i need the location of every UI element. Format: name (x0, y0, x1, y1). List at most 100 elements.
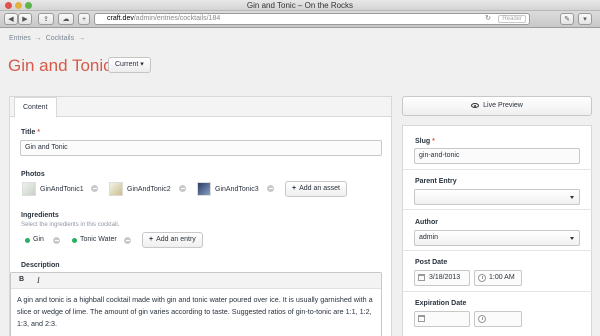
slug-input[interactable]: gin-and-tonic (414, 148, 580, 164)
add-asset-label: Add an asset (299, 185, 340, 192)
share-button[interactable]: ⇪ (38, 13, 54, 25)
status-enabled-icon (25, 237, 30, 243)
forward-button[interactable]: ▶ (18, 13, 32, 25)
plus-icon: + (292, 185, 297, 192)
asset-item[interactable]: GinAndTonic2 (109, 181, 171, 197)
forward-icon: ▶ (22, 16, 28, 23)
expiration-date-input[interactable] (414, 311, 470, 327)
asset-thumbnail (109, 182, 123, 196)
post-date-label: Post Date (415, 259, 448, 266)
author-label: Author (415, 219, 438, 226)
clock-icon (478, 315, 486, 323)
add-entry-button[interactable]: + Add an entry (142, 232, 203, 248)
plus-icon: + (149, 236, 154, 243)
remove-icon[interactable] (267, 185, 274, 192)
chevron-down-icon (570, 196, 574, 199)
url-path: /admin/entries/cocktails/184 (133, 15, 221, 22)
live-preview-label: Live Preview (483, 102, 523, 109)
parent-entry-select[interactable] (414, 189, 580, 205)
divider (402, 291, 592, 292)
title-input[interactable]: Gin and Tonic (20, 140, 382, 156)
photos-label: Photos (21, 171, 45, 178)
breadcrumb-separator: → (78, 35, 86, 42)
ingredients-instructions: Select the ingredients in this cocktail. (21, 222, 120, 228)
breadcrumb-cocktails[interactable]: Cocktails (46, 35, 74, 42)
editor-toolbar: B I (11, 273, 381, 289)
author-value: admin (419, 234, 439, 241)
share-icon: ⇪ (43, 16, 49, 23)
dropdown-icon: ▾ (583, 16, 587, 23)
back-button[interactable]: ◀ (4, 13, 18, 25)
slug-label-text: Slug (415, 138, 431, 145)
address-bar[interactable]: craft.dev/admin/entries/cocktails/184 ↻ … (94, 13, 530, 25)
cloud-icon: ☁ (62, 16, 70, 23)
breadcrumb-entries[interactable]: Entries (9, 35, 31, 42)
divider (402, 169, 592, 170)
new-tab-button[interactable]: + (78, 13, 90, 25)
divider (402, 209, 592, 210)
chevron-down-icon (570, 237, 574, 240)
add-asset-button[interactable]: + Add an asset (285, 181, 347, 197)
asset-item[interactable]: GinAndTonic3 (197, 181, 259, 197)
entry-title: Tonic Water (80, 236, 117, 243)
italic-button[interactable]: I (37, 276, 40, 285)
tab-content[interactable]: Content (14, 97, 57, 118)
url-host: craft.dev (107, 15, 134, 22)
required-indicator: * (37, 129, 40, 136)
clock-icon (478, 274, 486, 282)
author-select[interactable]: admin (414, 230, 580, 246)
icloud-tabs-button[interactable]: ☁ (58, 13, 74, 25)
calendar-icon (418, 274, 425, 281)
remove-icon[interactable] (124, 237, 131, 244)
revision-menu-button[interactable]: Current ▾ (108, 57, 151, 73)
required-indicator: * (432, 138, 435, 145)
breadcrumb: Entries → Cocktails → (9, 35, 87, 42)
description-text[interactable]: A gin and tonic is a highball cocktail m… (17, 294, 375, 330)
asset-title: GinAndTonic2 (127, 185, 171, 193)
calendar-icon (418, 315, 425, 322)
post-time-input[interactable]: 1:00 AM (474, 270, 522, 286)
asset-title: GinAndTonic3 (215, 185, 259, 193)
page-title: Gin and Tonic (8, 56, 112, 75)
asset-item[interactable]: GinAndTonic1 (22, 181, 84, 197)
remove-icon[interactable] (179, 185, 186, 192)
plus-icon: + (81, 15, 87, 23)
asset-thumbnail (197, 182, 211, 196)
reader-button[interactable]: Reader (498, 15, 526, 23)
post-date-value: 3/18/2013 (429, 274, 461, 281)
eye-icon (471, 103, 480, 108)
post-date-input[interactable]: 3/18/2013 (414, 270, 470, 286)
downloads-button[interactable]: ▾ (578, 13, 592, 25)
parent-entry-label: Parent Entry (415, 178, 457, 185)
entry-item[interactable]: Tonic Water (72, 233, 117, 247)
ingredients-label: Ingredients (21, 212, 59, 219)
title-label: Title * (21, 129, 40, 136)
status-enabled-icon (72, 237, 77, 243)
tab-bar: Content (10, 97, 391, 118)
breadcrumb-separator: → (34, 35, 42, 42)
reload-icon[interactable]: ↻ (485, 14, 491, 24)
add-entry-label: Add an entry (156, 236, 196, 243)
expiration-date-label: Expiration Date (415, 300, 467, 307)
settings-button[interactable]: ✎ (560, 13, 574, 25)
browser-toolbar: ◀ ▶ ⇪ ☁ + craft.dev/admin/entries/cockta… (0, 11, 600, 28)
description-label: Description (21, 262, 60, 269)
divider (402, 250, 592, 251)
slug-label: Slug * (415, 138, 435, 145)
remove-icon[interactable] (91, 185, 98, 192)
asset-thumbnail (22, 182, 36, 196)
asset-title: GinAndTonic1 (40, 185, 84, 193)
description-editor[interactable]: B I A gin and tonic is a highball cockta… (10, 272, 382, 336)
window-title: Gin and Tonic – On the Rocks (246, 1, 354, 10)
post-time-value: 1:00 AM (489, 274, 515, 281)
entry-title: Gin (33, 236, 44, 243)
window-titlebar: Gin and Tonic – On the Rocks (0, 0, 600, 11)
expiration-time-input[interactable] (474, 311, 522, 327)
live-preview-button[interactable]: Live Preview (402, 96, 592, 116)
wrench-icon: ✎ (564, 16, 570, 23)
back-icon: ◀ (8, 16, 14, 23)
bold-button[interactable]: B (19, 276, 24, 283)
title-label-text: Title (21, 129, 36, 136)
entry-item[interactable]: Gin (25, 233, 44, 247)
remove-icon[interactable] (53, 237, 60, 244)
